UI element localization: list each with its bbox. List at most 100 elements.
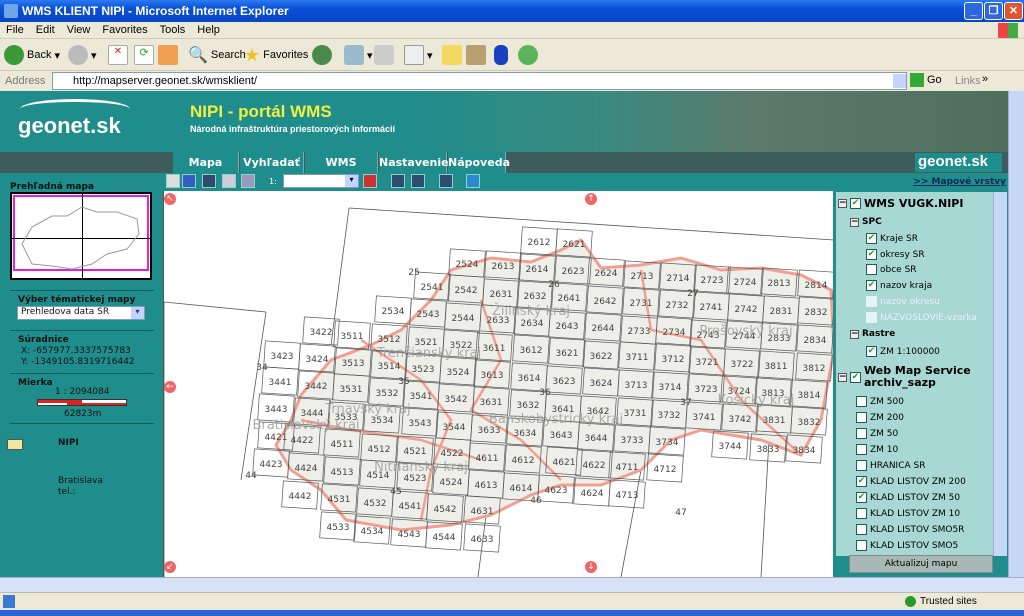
- layer-item[interactable]: ✔ Kraje SR: [866, 233, 918, 244]
- zoom-out-icon[interactable]: [202, 174, 216, 188]
- pointer-tool-icon[interactable]: [166, 174, 180, 188]
- layer-item[interactable]: ✔ KLAD LISTOV ZM 50: [856, 492, 960, 503]
- collapse-icon[interactable]: −: [838, 199, 847, 208]
- zoom-layer-icon[interactable]: [241, 174, 255, 188]
- tab-vyhladat[interactable]: Vyhľadať: [240, 152, 304, 173]
- layer-group[interactable]: − Rastre: [850, 329, 895, 339]
- layer-item[interactable]: NÁZVOSLOVIE-vzorka: [866, 312, 977, 323]
- tab-nastavenie[interactable]: Nastavenie: [379, 152, 449, 173]
- layer-service[interactable]: − ✔ WMS VUGK.NIPI: [838, 197, 963, 210]
- back-button[interactable]: Back ▾: [4, 44, 60, 66]
- measure-tool-icon[interactable]: [391, 174, 405, 188]
- layer-checkbox[interactable]: ✔: [856, 476, 867, 487]
- tab-napoveda[interactable]: Nápoveda: [448, 152, 510, 173]
- tab-mapa[interactable]: Mapa: [173, 152, 239, 173]
- layer-item[interactable]: nazov okresu: [866, 296, 940, 307]
- search-button[interactable]: 🔍 Search: [188, 44, 246, 66]
- map-layers-link[interactable]: >> Mapové vrstvy: [913, 177, 1006, 187]
- clear-tool-icon[interactable]: [363, 174, 377, 188]
- refresh-tool-icon[interactable]: [466, 174, 480, 188]
- layer-service[interactable]: − ✔ Web Map Service archiv_sazp: [838, 365, 984, 389]
- links-button[interactable]: Links: [955, 75, 981, 87]
- layer-item[interactable]: KLAD LISTOV SMO5R: [856, 524, 964, 535]
- map-svg[interactable]: 2612 2621 2524 2613 2614 2623 2624 2713 2714 2723…: [163, 191, 836, 577]
- bluetooth-button[interactable]: [494, 44, 508, 66]
- print-tool-icon[interactable]: [439, 174, 453, 188]
- layer-checkbox[interactable]: ✔: [866, 280, 877, 291]
- layer-checkbox[interactable]: [856, 540, 867, 551]
- history-button[interactable]: [312, 44, 332, 66]
- layer-checkbox[interactable]: [866, 264, 877, 275]
- menu-favorites[interactable]: Favorites: [96, 22, 153, 38]
- map-canvas[interactable]: 2612 2621 2524 2613 2614 2623 2624 2713 2714 2723…: [163, 191, 836, 577]
- home-button[interactable]: [158, 44, 178, 66]
- mail-button[interactable]: ▾: [344, 44, 373, 66]
- scale-select[interactable]: ▾: [283, 174, 359, 188]
- pan-northwest-icon[interactable]: ↖: [164, 193, 176, 205]
- address-dropdown-icon[interactable]: [893, 74, 906, 88]
- layer-checkbox[interactable]: [856, 412, 867, 423]
- minimize-button[interactable]: _: [964, 2, 983, 20]
- close-button[interactable]: ✕: [1004, 2, 1023, 20]
- layer-group[interactable]: − SPC: [850, 217, 882, 227]
- layer-item[interactable]: ✔ ZM 1:100000: [866, 346, 940, 357]
- address-input[interactable]: http://mapserver.geonet.sk/wmsklient/: [52, 72, 907, 90]
- zoom-in-icon[interactable]: [182, 174, 196, 188]
- stop-button[interactable]: ✕: [108, 44, 128, 66]
- layer-item[interactable]: ZM 500: [856, 396, 904, 407]
- go-button[interactable]: Go: [910, 73, 942, 87]
- layer-checkbox[interactable]: ✔: [850, 198, 861, 209]
- info-tool-icon[interactable]: [411, 174, 425, 188]
- favorites-button[interactable]: ★ Favorites: [244, 44, 308, 66]
- forward-button[interactable]: ▾: [68, 44, 97, 66]
- refresh-button[interactable]: ⟳: [134, 44, 154, 66]
- layer-item[interactable]: ✔ okresy SR: [866, 249, 925, 260]
- layer-checkbox[interactable]: [856, 396, 867, 407]
- theme-map-select[interactable]: Prehledova data SR ▾: [17, 306, 145, 320]
- layer-checkbox[interactable]: ✔: [850, 371, 861, 383]
- research-button[interactable]: [466, 44, 486, 66]
- layer-checkbox[interactable]: [856, 428, 867, 439]
- layer-tree-scrollbar[interactable]: [993, 192, 1007, 556]
- menu-file[interactable]: File: [0, 22, 30, 38]
- tab-wms-servery[interactable]: WMS servery: [305, 152, 378, 190]
- mail-icon[interactable]: [7, 439, 23, 450]
- layer-checkbox[interactable]: [856, 460, 867, 471]
- update-map-button[interactable]: Aktualizuj mapu: [849, 555, 993, 573]
- layer-checkbox[interactable]: ✔: [866, 249, 877, 260]
- pan-south-icon[interactable]: ↓: [585, 561, 597, 573]
- restore-button[interactable]: ❐: [984, 2, 1003, 20]
- layer-checkbox[interactable]: [866, 312, 877, 323]
- layer-item[interactable]: ✔ nazov kraja: [866, 280, 932, 291]
- collapse-icon[interactable]: −: [850, 217, 859, 227]
- full-extent-icon[interactable]: [222, 174, 236, 188]
- layer-checkbox[interactable]: [856, 444, 867, 455]
- layer-item[interactable]: ZM 50: [856, 428, 898, 439]
- layer-checkbox[interactable]: ✔: [866, 233, 877, 244]
- layer-checkbox[interactable]: [856, 524, 867, 535]
- layer-item[interactable]: ZM 10: [856, 444, 898, 455]
- menu-edit[interactable]: Edit: [30, 22, 61, 38]
- layer-item[interactable]: ✔ KLAD LISTOV ZM 200: [856, 476, 966, 487]
- messenger-button[interactable]: [518, 44, 538, 66]
- collapse-icon[interactable]: −: [850, 329, 859, 339]
- layer-checkbox[interactable]: [856, 508, 867, 519]
- layer-checkbox[interactable]: ✔: [856, 492, 867, 503]
- layer-item[interactable]: HRANICA SR: [856, 460, 925, 471]
- site-logo[interactable]: geonet.sk: [18, 113, 121, 139]
- layer-item[interactable]: KLAD LISTOV ZM 10: [856, 508, 960, 519]
- edit-button[interactable]: ▾: [404, 44, 433, 66]
- menu-help[interactable]: Help: [191, 22, 226, 38]
- print-button[interactable]: [374, 44, 394, 66]
- layer-item[interactable]: ZM 200: [856, 412, 904, 423]
- layer-checkbox[interactable]: ✔: [866, 346, 877, 357]
- page-vertical-scrollbar[interactable]: [1008, 91, 1024, 577]
- collapse-icon[interactable]: −: [838, 372, 847, 382]
- menu-tools[interactable]: Tools: [154, 22, 192, 38]
- page-horizontal-scrollbar[interactable]: [0, 577, 1024, 592]
- overview-map[interactable]: [10, 192, 152, 280]
- pan-west-icon[interactable]: ←: [164, 381, 176, 393]
- menu-view[interactable]: View: [61, 22, 97, 38]
- notes-button[interactable]: [442, 44, 462, 66]
- layer-item[interactable]: KLAD LISTOV SMO5: [856, 540, 958, 551]
